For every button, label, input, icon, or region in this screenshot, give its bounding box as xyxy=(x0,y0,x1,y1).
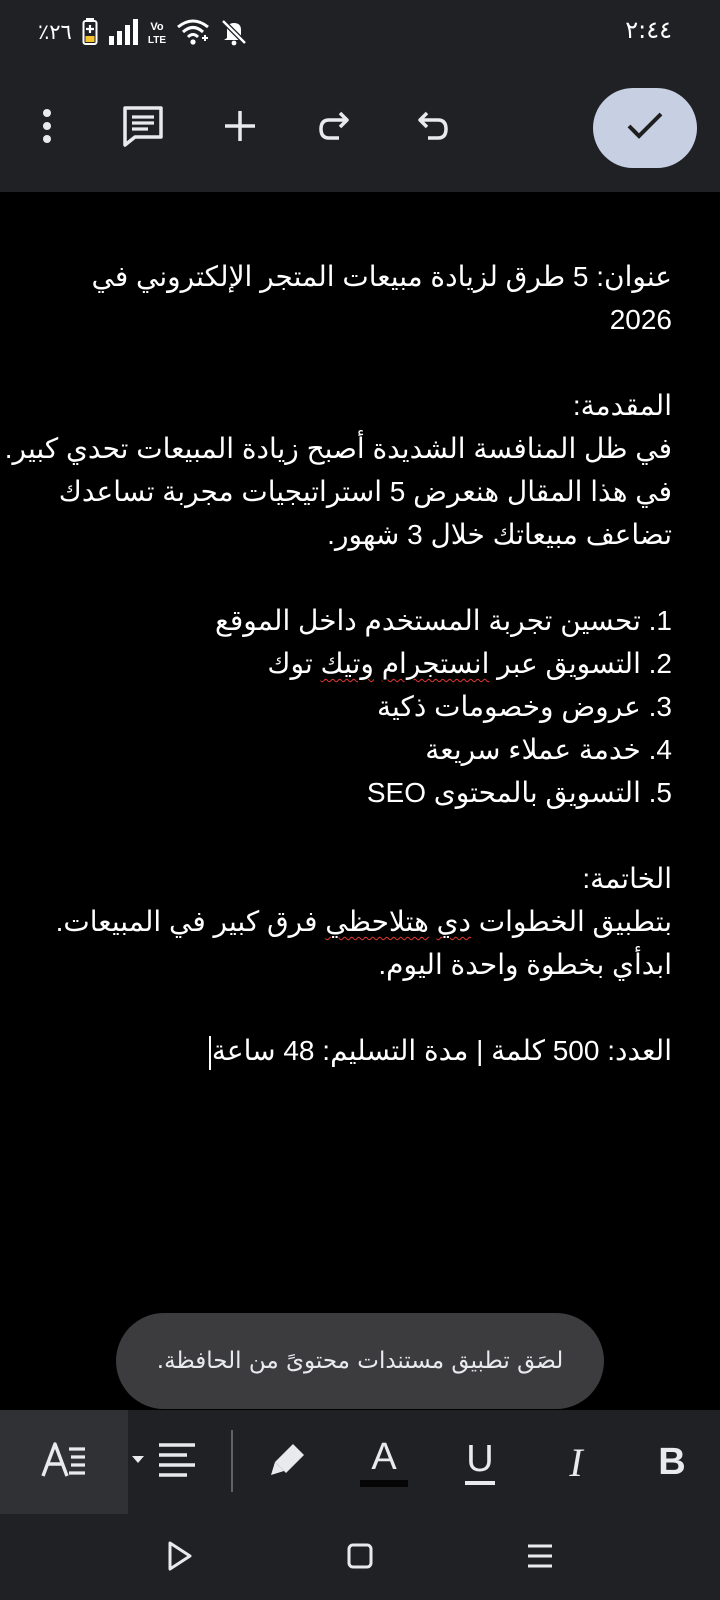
clipboard-snackbar: لصَق تطبيق مستندات محتوىً من الحافظة. xyxy=(116,1313,604,1409)
battery-percent: ٪٢٦ xyxy=(38,20,72,44)
spellcheck-word[interactable]: وتيك xyxy=(321,648,374,679)
recents-button[interactable] xyxy=(508,1526,572,1590)
toolbar-divider xyxy=(231,1430,233,1492)
insert-button[interactable] xyxy=(208,96,272,160)
intro-line-1: في ظل المنافسة الشديدة أصبح زيادة المبيع… xyxy=(4,433,672,464)
conclusion-text: فرق كبير في المبيعات. xyxy=(55,906,326,937)
more-vert-icon xyxy=(41,108,53,148)
comment-icon xyxy=(121,105,165,151)
screen: ٪٢٦ Vo LTE ٢:٤٤ عنوان: 5 طرق لزيادة مبيع… xyxy=(0,0,720,1600)
text-style-button[interactable] xyxy=(0,1410,128,1514)
align-dropdown-icon xyxy=(131,1441,197,1483)
redo-icon xyxy=(317,110,353,146)
svg-text:LTE: LTE xyxy=(148,35,166,46)
system-nav-bar xyxy=(0,1514,720,1600)
status-time: ٢:٤٤ xyxy=(625,16,672,44)
editor-toolbar xyxy=(0,66,720,192)
status-icons: ٪٢٦ Vo LTE xyxy=(38,14,248,50)
document-body[interactable]: عنوان: 5 طرق لزيادة مبيعات المتجر الإلكت… xyxy=(4,255,672,1072)
italic-button[interactable]: I xyxy=(544,1430,608,1494)
home-icon xyxy=(347,1543,373,1573)
conclusion-text: بتطبيق الخطوات xyxy=(471,906,672,937)
list-item-1: 1. تحسين تجربة المستخدم داخل الموقع xyxy=(214,605,672,636)
text-color-icon: A xyxy=(371,1435,397,1478)
underline-bar xyxy=(465,1480,495,1485)
signal-icon xyxy=(108,19,138,45)
text-color-swatch xyxy=(360,1479,408,1487)
wifi-icon xyxy=(176,18,210,46)
italic-icon: I xyxy=(569,1439,583,1485)
more-options-button[interactable] xyxy=(15,96,79,160)
underline-button[interactable]: U xyxy=(448,1430,512,1494)
undo-button[interactable] xyxy=(400,96,464,160)
conclusion-line-2: ابدأي بخطوة واحدة اليوم. xyxy=(378,949,672,980)
back-icon xyxy=(167,1541,193,1575)
list-item-3: 3. عروض وخصومات ذكية xyxy=(377,691,672,722)
document-title-line-1: عنوان: 5 طرق لزيادة مبيعات المتجر الإلكت… xyxy=(91,261,672,292)
underline-icon: U xyxy=(466,1437,494,1480)
text-cursor xyxy=(208,1035,211,1070)
highlight-icon xyxy=(269,1441,307,1483)
document-title-line-2: 2026 xyxy=(609,304,672,335)
list-item-4: 4. خدمة عملاء سريعة xyxy=(425,734,672,765)
mute-icon xyxy=(220,18,248,46)
spellcheck-word[interactable]: دي xyxy=(437,906,471,937)
done-button[interactable] xyxy=(593,88,697,168)
spellcheck-word[interactable]: انستجرام xyxy=(382,648,490,679)
bold-icon: B xyxy=(658,1440,686,1483)
volte-icon: Vo LTE xyxy=(148,18,166,46)
list-item-5: 5. التسويق بالمحتوى SEO xyxy=(366,777,672,808)
format-bar: A U I B xyxy=(0,1410,720,1514)
spellcheck-word[interactable]: هتلاحظي xyxy=(325,906,429,937)
snackbar-message: لصَق تطبيق مستندات محتوىً من الحافظة. xyxy=(156,1348,564,1374)
bold-button[interactable]: B xyxy=(640,1430,704,1494)
comment-button[interactable] xyxy=(111,96,175,160)
svg-text:Vo: Vo xyxy=(150,21,164,33)
redo-button[interactable] xyxy=(303,96,367,160)
list-item-2: 2. التسويق عبر انستجرام وتيك توك xyxy=(60,642,672,685)
add-icon xyxy=(222,108,258,148)
back-button[interactable] xyxy=(148,1526,212,1590)
paragraph-align-dropdown[interactable] xyxy=(128,1430,200,1494)
footer-text: العدد: 500 كلمة | مدة التسليم: 48 ساعة xyxy=(211,1035,672,1066)
conclusion-line-1: بتطبيق الخطوات دي هتلاحظي فرق كبير في ال… xyxy=(56,900,672,943)
text-style-icon xyxy=(41,1441,87,1483)
conclusion-heading: الخاتمة: xyxy=(582,863,672,894)
text-color-button[interactable]: A xyxy=(352,1430,416,1494)
recents-icon xyxy=(526,1543,554,1573)
footer-line: العدد: 500 كلمة | مدة التسليم: 48 ساعة xyxy=(60,1029,672,1072)
undo-icon xyxy=(414,110,450,146)
check-icon xyxy=(626,111,664,145)
home-button[interactable] xyxy=(328,1526,392,1590)
highlight-button[interactable] xyxy=(256,1430,320,1494)
intro-heading: المقدمة: xyxy=(572,390,672,421)
intro-line-2: في هذا المقال هنعرض 5 استراتيجيات مجربة … xyxy=(58,476,672,507)
intro-line-3: تضاعف مبيعاتك خلال 3 شهور. xyxy=(327,519,672,550)
list-item-2-text: 2. التسويق عبر xyxy=(489,648,672,679)
list-item-2-text: توك xyxy=(267,648,321,679)
status-bar: ٪٢٦ Vo LTE ٢:٤٤ xyxy=(0,0,720,66)
battery-icon xyxy=(82,18,98,46)
